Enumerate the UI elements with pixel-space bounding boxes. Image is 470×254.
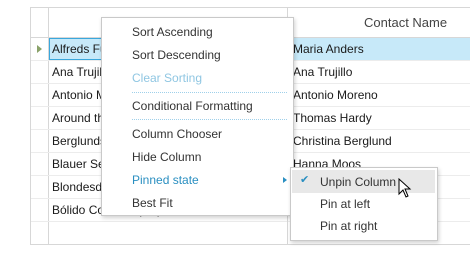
cell-contact[interactable]: Maria Anders	[293, 38, 470, 60]
row-indicator	[31, 130, 49, 152]
menu-item-conditional-formatting[interactable]: Conditional Formatting	[132, 95, 253, 117]
menu-item-sort-ascending[interactable]: Sort Ascending	[132, 21, 213, 43]
row-indicator	[31, 222, 49, 244]
row-indicator	[31, 38, 49, 60]
row-indicator	[31, 84, 49, 106]
row-indicator	[31, 153, 49, 175]
checkmark-icon: ✔	[300, 174, 310, 186]
cell-contact[interactable]: Ana Trujillo	[293, 61, 470, 83]
cell-contact[interactable]: Christina Berglund	[293, 130, 470, 152]
menu-item-best-fit[interactable]: Best Fit	[132, 192, 173, 214]
header-context-menu: Sort Ascending Sort Descending Clear Sor…	[101, 17, 294, 216]
menu-item-sort-descending[interactable]: Sort Descending	[132, 44, 221, 66]
menu-separator	[132, 92, 287, 93]
row-indicator	[31, 176, 49, 198]
mouse-pointer-icon	[398, 178, 412, 198]
row-indicator	[31, 61, 49, 83]
current-row-arrow-icon	[37, 45, 42, 53]
submenu-item-unpin-column[interactable]: Unpin Column	[320, 171, 396, 193]
cell-contact[interactable]: Antonio Moreno	[293, 84, 470, 106]
submenu-arrow-icon	[283, 177, 287, 183]
column-header-contact-name[interactable]: Contact Name	[364, 8, 470, 37]
menu-item-pinned-state[interactable]: Pinned state	[132, 169, 199, 191]
menu-item-clear-sorting[interactable]: Clear Sorting	[132, 67, 202, 89]
row-indicator	[31, 107, 49, 129]
header-indicator-cell	[31, 8, 49, 37]
menu-item-hide-column[interactable]: Hide Column	[132, 146, 201, 168]
cell-contact[interactable]: Thomas Hardy	[293, 107, 470, 129]
menu-separator	[132, 119, 287, 120]
pinned-state-submenu: ✔ Unpin Column Pin at left Pin at right	[290, 167, 438, 241]
submenu-item-pin-at-right[interactable]: Pin at right	[320, 215, 377, 237]
submenu-item-pin-at-left[interactable]: Pin at left	[320, 193, 370, 215]
row-indicator	[31, 199, 49, 221]
menu-item-column-chooser[interactable]: Column Chooser	[132, 123, 222, 145]
